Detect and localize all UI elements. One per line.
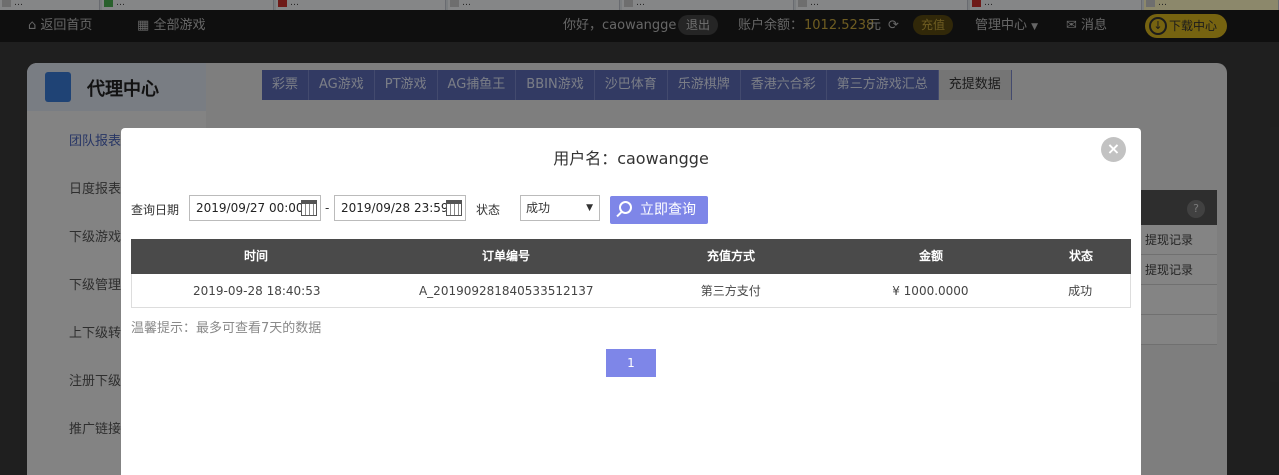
status-label: 状态 — [476, 203, 501, 217]
column-header-amount: 金额 — [918, 249, 943, 263]
cell-order-no: A_201909281840533512137 — [418, 284, 594, 298]
calendar-icon[interactable] — [446, 200, 462, 216]
records-table: 时间 订单编号 充值方式 金额 状态 2019-09-28 18:40:53 A… — [131, 239, 1131, 308]
end-date-input[interactable]: 2019/09/28 23:59 — [334, 195, 466, 221]
recharge-records-modal: 用户名：caowangge × 查询日期 2019/09/27 00:00 - … — [121, 128, 1141, 475]
cell-amount: ¥ 1000.0000 — [892, 284, 969, 298]
dropdown-arrow-icon: ▼ — [586, 203, 593, 213]
status-select[interactable]: 成功 ▼ — [520, 195, 600, 221]
search-icon — [619, 201, 632, 214]
column-header-status: 状态 — [1068, 249, 1093, 263]
hint-text: 温馨提示：最多可查看7天的数据 — [131, 321, 322, 336]
start-date-input[interactable]: 2019/09/27 00:00 — [189, 195, 321, 221]
date-separator: - — [325, 201, 330, 215]
query-now-button[interactable]: 立即查询 — [610, 196, 708, 224]
page-button-1[interactable]: 1 — [606, 349, 656, 377]
cell-method: 第三方支付 — [700, 284, 761, 298]
calendar-icon[interactable] — [301, 200, 317, 216]
column-header-order-no: 订单编号 — [481, 249, 530, 263]
cell-status: 成功 — [1068, 284, 1093, 298]
query-date-label: 查询日期 — [131, 203, 180, 217]
column-header-method: 充值方式 — [706, 249, 755, 263]
modal-title: 用户名：caowangge — [553, 149, 709, 168]
cell-time: 2019-09-28 18:40:53 — [193, 284, 321, 298]
table-header: 时间 订单编号 充值方式 金额 状态 — [131, 239, 1131, 274]
column-header-time: 时间 — [243, 249, 268, 263]
table-row: 2019-09-28 18:40:53 A_201909281840533512… — [131, 274, 1131, 308]
close-button[interactable]: × — [1101, 137, 1126, 162]
